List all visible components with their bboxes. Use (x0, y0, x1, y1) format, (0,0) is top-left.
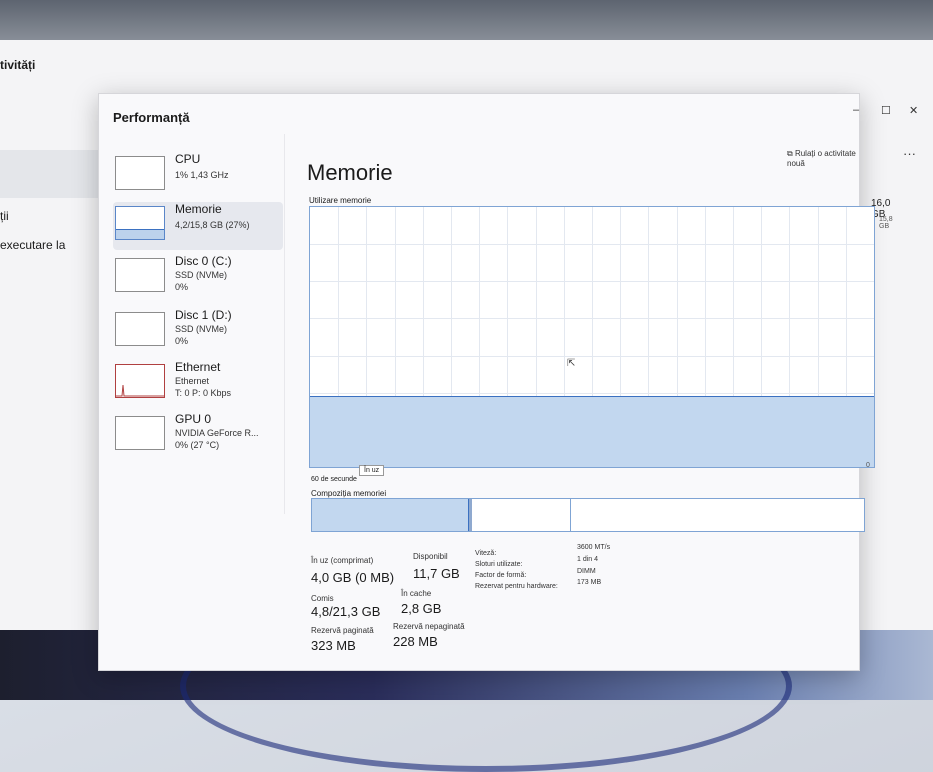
memory-usage-area (310, 395, 874, 467)
sidebar-item-detail: 4,2/15,8 GB (27%) (175, 220, 250, 230)
sidebar-item-label: Disc 0 (C:) (175, 254, 232, 268)
minimize-button[interactable]: – (853, 104, 859, 116)
graph-zero-label: 0 (866, 462, 870, 469)
background-selected-row (0, 150, 98, 198)
maximize-button[interactable]: ☐ (881, 104, 891, 117)
sidebar-item-detail: 0% (175, 336, 189, 346)
cached-value: 2,8 GB (401, 601, 442, 616)
property-label: Rezervat pentru hardware: (475, 583, 558, 590)
memory-thumbnail-fill (116, 229, 164, 239)
property-value: 1 din 4 (577, 556, 599, 563)
memory-usage-label: Utilizare memorie (309, 196, 372, 205)
nonpaged-pool-value: 228 MB (393, 634, 438, 649)
sidebar-item-detail: T: 0 P: 0 Kbps (175, 388, 232, 398)
run-task-icon: ⧉ (787, 149, 793, 158)
nonpaged-pool-label: Rezervă nepaginată (393, 622, 465, 631)
in-use-label: În uz (comprimat) (311, 556, 374, 565)
sidebar-item-detail: SSD (NVMe) (175, 324, 228, 334)
page-title: Memorie (307, 160, 393, 185)
sidebar-item-gpu-0[interactable]: GPU 0 NVIDIA GeForce R... 0% (27 °C) (113, 412, 283, 460)
sidebar-item-detail: NVIDIA GeForce R... (175, 428, 259, 438)
sidebar-item-detail: 0% (175, 282, 189, 292)
memory-usage-graph (309, 206, 875, 468)
in-use-value: 4,0 GB (0 MB) (311, 570, 395, 585)
property-label: Sloturi utilizate: (475, 561, 523, 568)
sidebar-item-disc-1[interactable]: Disc 1 (D:) SSD (NVMe) 0% (113, 308, 283, 356)
property-value: 173 MB (577, 579, 602, 586)
sidebar-item-disc-0[interactable]: Disc 0 (C:) SSD (NVMe) 0% (113, 254, 283, 302)
more-options-button[interactable]: ··· (903, 146, 916, 161)
ethernet-spark-icon (116, 384, 164, 397)
sidebar-item-memory[interactable]: Memorie 4,2/15,8 GB (27%) (113, 202, 283, 250)
mouse-cursor-icon: ⇱ (567, 358, 576, 369)
disc-0-thumbnail-graph (115, 258, 165, 292)
composition-label: Compoziția memoriei (311, 489, 387, 498)
sidebar-item-detail: SSD (NVMe) (175, 270, 228, 280)
available-label: Disponibil (413, 552, 448, 561)
cached-label: În cache (401, 589, 432, 598)
run-task-button[interactable]: ⧉ Rulați o activitate nouă (787, 149, 859, 168)
sidebar-item-detail: 0% (27 °C) (175, 440, 220, 450)
sidebar-item-cpu[interactable]: CPU 1% 1,43 GHz (113, 152, 283, 200)
memory-composition-bar[interactable] (311, 498, 865, 532)
background-window-title: tivități (0, 58, 36, 72)
close-button[interactable]: ✕ (909, 104, 918, 117)
composition-standby[interactable] (472, 499, 572, 531)
sidebar-divider (284, 134, 285, 514)
property-label: Factor de formă: (475, 572, 527, 579)
available-value: 11,7 GB (413, 566, 460, 581)
background-item[interactable]: ții (0, 209, 9, 223)
memory-thumbnail-graph (115, 206, 165, 240)
ethernet-thumbnail-graph (115, 364, 165, 398)
background-item[interactable]: executare la (0, 238, 65, 252)
gpu-thumbnail-graph (115, 416, 165, 450)
cpu-thumbnail-graph (115, 156, 165, 190)
in-use-tooltip: În uz (359, 465, 385, 476)
sidebar-item-detail: Ethernet (175, 376, 210, 386)
paged-pool-label: Rezervă paginată (311, 626, 374, 635)
sidebar-item-label: Ethernet (175, 360, 221, 374)
sidebar-item-label: CPU (175, 152, 201, 166)
sidebar-item-label: GPU 0 (175, 412, 212, 426)
committed-value: 4,8/21,3 GB (311, 604, 381, 619)
sidebar-item-ethernet[interactable]: Ethernet Ethernet T: 0 P: 0 Kbps (113, 360, 283, 408)
disc-1-thumbnail-graph (115, 312, 165, 346)
property-label: Viteză: (475, 550, 497, 557)
sidebar-item-label: Disc 1 (D:) (175, 308, 232, 322)
run-task-label: Rulați o activitate nouă (787, 149, 856, 168)
committed-label: Comis (311, 594, 334, 603)
performance-window: Performanță – ☐ ✕ CPU 1% 1,43 GHz Memori… (98, 93, 918, 671)
property-value: DIMM (577, 568, 596, 575)
monitor-bezel (0, 0, 933, 44)
graph-time-label: 60 de secunde (311, 476, 357, 483)
property-value: 3600 MT/s (577, 544, 611, 551)
sidebar-item-detail: 1% 1,43 GHz (175, 170, 229, 180)
composition-in-use[interactable] (312, 499, 470, 531)
paged-pool-value: 323 MB (311, 638, 356, 653)
sidebar-item-label: Memorie (175, 202, 222, 216)
window-title: Performanță (113, 110, 190, 125)
memory-max-label: 15,8 GB (879, 216, 893, 230)
